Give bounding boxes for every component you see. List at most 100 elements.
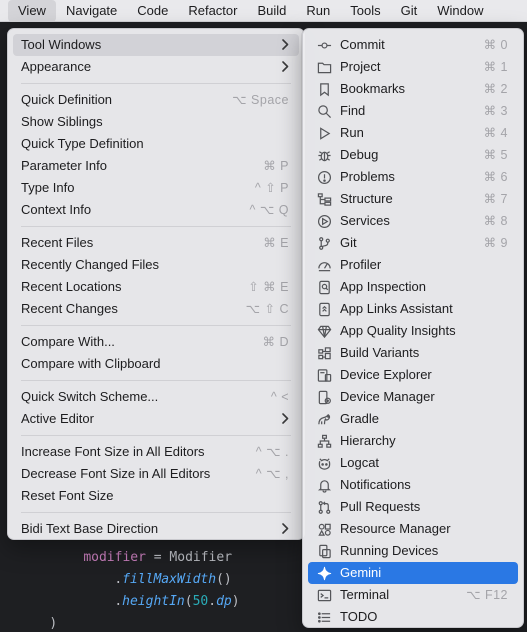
menu-item-shortcut: ⌘ 2	[483, 82, 508, 96]
menu-item-label: App Quality Insights	[340, 323, 456, 338]
menu-item-label: Commit	[340, 37, 385, 52]
menu-item-label: Recent Locations	[21, 279, 122, 294]
menu-item-quick-definition[interactable]: Quick Definition ⌥ Space	[13, 89, 299, 111]
tool-window-item-bookmarks[interactable]: Bookmarks ⌘ 2	[308, 78, 518, 100]
menu-item-tool-windows[interactable]: Tool Windows	[13, 34, 299, 56]
menu-item-compare-with-clipboard[interactable]: Compare with Clipboard	[13, 353, 299, 375]
menubar-item-refactor[interactable]: Refactor	[178, 0, 247, 22]
menu-item-label: Increase Font Size in All Editors	[21, 444, 205, 459]
menu-item-shortcut: ⌘ 6	[483, 170, 508, 184]
tool-window-item-running-devices[interactable]: Running Devices	[308, 540, 518, 562]
menu-bar: View Navigate Code Refactor Build Run Tools Git…	[0, 0, 527, 22]
menu-item-label: Decrease Font Size in All Editors	[21, 466, 211, 481]
menu-item-bidi-text-base-direction[interactable]: Bidi Text Base Direction	[13, 518, 299, 540]
tool-window-item-app-links-assistant[interactable]: App Links Assistant	[308, 298, 518, 320]
menubar-item-view[interactable]: View	[8, 0, 56, 22]
menu-item-recent-locations[interactable]: Recent Locations ⇧ ⌘ E	[13, 276, 299, 298]
menu-item-quick-type-definition[interactable]: Quick Type Definition	[13, 133, 299, 155]
menu-item-shortcut: ⌥ Space	[232, 93, 289, 107]
tool-window-item-pull-requests[interactable]: Pull Requests	[308, 496, 518, 518]
menubar-spacer	[0, 0, 8, 22]
chevron-right-icon	[279, 518, 289, 540]
tool-window-item-gemini[interactable]: Gemini	[308, 562, 518, 584]
running-devices-icon	[316, 543, 332, 559]
menu-item-label: Bookmarks	[340, 81, 406, 96]
list-icon	[316, 609, 332, 625]
device-explorer-icon	[316, 367, 332, 383]
menu-item-active-editor[interactable]: Active Editor	[13, 408, 299, 430]
menu-item-shortcut: ⌥ ⇧ C	[245, 302, 289, 316]
menubar-item-build[interactable]: Build	[247, 0, 296, 22]
menu-item-recent-changes[interactable]: Recent Changes ⌥ ⇧ C	[13, 298, 299, 320]
menu-item-compare-with[interactable]: Compare With... ⌘ D	[13, 331, 299, 353]
menu-item-label: Context Info	[21, 202, 92, 217]
tool-window-item-git[interactable]: Git ⌘ 9	[308, 232, 518, 254]
tool-window-item-app-inspection[interactable]: App Inspection	[308, 276, 518, 298]
tool-window-item-profiler[interactable]: Profiler	[308, 254, 518, 276]
menu-item-label: Show Siblings	[21, 114, 103, 129]
menubar-item-tools[interactable]: Tools	[340, 0, 390, 22]
tool-window-item-notifications[interactable]: Notifications	[308, 474, 518, 496]
menu-item-label: Structure	[340, 191, 393, 206]
tool-window-item-run[interactable]: Run ⌘ 4	[308, 122, 518, 144]
tool-window-item-project[interactable]: Project ⌘ 1	[308, 56, 518, 78]
tool-window-item-problems[interactable]: Problems ⌘ 6	[308, 166, 518, 188]
menu-item-label: Compare With...	[21, 334, 115, 349]
tool-window-item-device-manager[interactable]: Device Manager	[308, 386, 518, 408]
tool-window-item-find[interactable]: Find ⌘ 3	[308, 100, 518, 122]
menu-item-shortcut: ⌘ 0	[483, 38, 508, 52]
menu-item-recent-files[interactable]: Recent Files ⌘ E	[13, 232, 299, 254]
menu-item-label: Compare with Clipboard	[21, 356, 161, 371]
menu-item-reset-font-size[interactable]: Reset Font Size	[13, 485, 299, 507]
menubar-item-window[interactable]: Window	[427, 0, 493, 22]
code-token: (	[184, 594, 193, 609]
tool-window-item-commit[interactable]: Commit ⌘ 0	[308, 34, 518, 56]
tool-window-item-todo[interactable]: TODO	[308, 606, 518, 628]
tool-window-item-gradle[interactable]: Gradle	[308, 408, 518, 430]
sparkle-icon	[316, 565, 332, 581]
menu-item-parameter-info[interactable]: Parameter Info ⌘ P	[13, 155, 299, 177]
menubar-item-code[interactable]: Code	[127, 0, 178, 22]
menu-item-label: Terminal	[340, 587, 390, 602]
tool-window-item-resource-manager[interactable]: Resource Manager	[308, 518, 518, 540]
menu-item-context-info[interactable]: Context Info ^ ⌥ Q	[13, 199, 299, 221]
menu-item-decrease-font-size-in-all-editors[interactable]: Decrease Font Size in All Editors ^ ⌥ ,	[13, 463, 299, 485]
menu-item-increase-font-size-in-all-editors[interactable]: Increase Font Size in All Editors ^ ⌥ .	[13, 441, 299, 463]
tool-window-item-app-quality-insights[interactable]: App Quality Insights	[308, 320, 518, 342]
bug-icon	[316, 147, 332, 163]
tool-window-item-terminal[interactable]: Terminal ⌥ F12	[308, 584, 518, 606]
menu-item-appearance[interactable]: Appearance	[13, 56, 299, 78]
tool-window-item-debug[interactable]: Debug ⌘ 5	[308, 144, 518, 166]
tool-window-item-build-variants[interactable]: Build Variants	[308, 342, 518, 364]
tool-window-item-device-explorer[interactable]: Device Explorer	[308, 364, 518, 386]
tool-window-item-structure[interactable]: Structure ⌘ 7	[308, 188, 518, 210]
menu-item-label: Bidi Text Base Direction	[21, 521, 159, 536]
diamond-icon	[316, 323, 332, 339]
menu-item-label: App Links Assistant	[340, 301, 453, 316]
menubar-item-git[interactable]: Git	[391, 0, 428, 22]
menu-item-label: Problems	[340, 169, 395, 184]
menu-item-show-siblings[interactable]: Show Siblings	[13, 111, 299, 133]
tool-window-item-hierarchy[interactable]: Hierarchy	[308, 430, 518, 452]
menubar-item-run[interactable]: Run	[296, 0, 340, 22]
menu-item-shortcut: ⌘ 9	[483, 236, 508, 250]
menu-item-label: Gemini	[340, 565, 382, 580]
menu-item-label: Tool Windows	[21, 37, 102, 52]
menu-item-label: TODO	[340, 609, 378, 624]
menu-item-shortcut: ⌘ P	[263, 159, 289, 173]
menu-item-recently-changed-files[interactable]: Recently Changed Files	[13, 254, 299, 276]
menu-item-quick-switch-scheme[interactable]: Quick Switch Scheme... ^ <	[13, 386, 299, 408]
menu-item-label: Build Variants	[340, 345, 420, 360]
menubar-item-navigate[interactable]: Navigate	[56, 0, 127, 22]
play-icon	[316, 125, 332, 141]
code-token: .	[114, 594, 123, 609]
menu-item-label: Quick Definition	[21, 92, 113, 107]
menu-separator	[21, 380, 291, 381]
menu-item-type-info[interactable]: Type Info ^ ⇧ P	[13, 177, 299, 199]
tool-window-item-logcat[interactable]: Logcat	[308, 452, 518, 474]
folder-icon	[316, 59, 332, 75]
tool-window-item-services[interactable]: Services ⌘ 8	[308, 210, 518, 232]
code-token: .	[208, 594, 217, 609]
menu-item-label: Git	[340, 235, 357, 250]
menu-item-label: Reset Font Size	[21, 488, 114, 503]
